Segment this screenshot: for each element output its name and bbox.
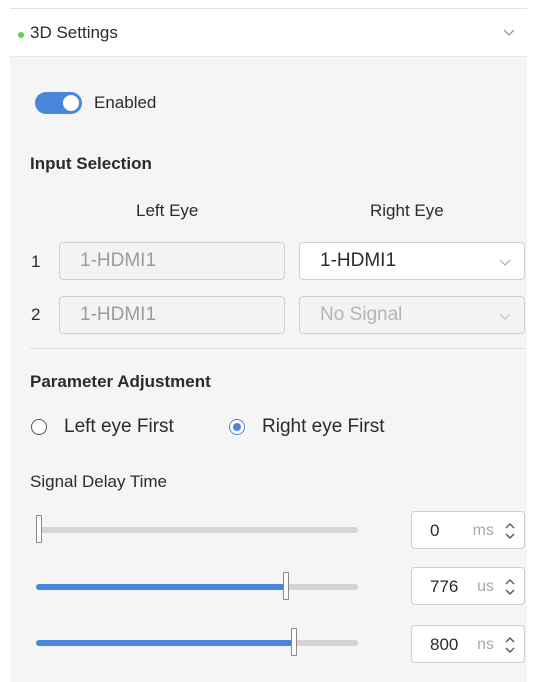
section-header[interactable]: 3D Settings: [10, 9, 527, 57]
input-selection-heading: Input Selection: [30, 154, 152, 173]
toggle-knob: [63, 95, 79, 111]
right-eye-first-radio[interactable]: [229, 419, 245, 435]
chevron-down-icon[interactable]: [501, 24, 517, 40]
chevron-down-icon: [499, 313, 511, 320]
delay-slider-us[interactable]: [36, 572, 358, 600]
delay-slider-ns[interactable]: [36, 628, 358, 656]
delay-input-ms[interactable]: 0 ms: [411, 511, 525, 549]
left-eye-input-2: 1-HDMI1: [59, 296, 285, 334]
delay-input-ns[interactable]: 800 ns: [411, 625, 525, 663]
right-eye-value-2: No Signal: [320, 304, 403, 325]
slider-fill: [36, 584, 286, 590]
stepper-arrows-icon[interactable]: [504, 577, 516, 597]
enabled-label: Enabled: [94, 93, 157, 112]
left-eye-input-1: 1-HDMI1: [59, 242, 285, 280]
left-eye-value-2: 1-HDMI1: [80, 304, 157, 325]
right-eye-header: Right Eye: [370, 201, 444, 220]
right-eye-value-1: 1-HDMI1: [320, 250, 397, 271]
row-index: 2: [31, 305, 41, 324]
row-index: 1: [31, 252, 41, 271]
slider-handle[interactable]: [291, 628, 297, 656]
delay-unit: us: [477, 578, 494, 595]
delay-unit: ms: [472, 522, 494, 539]
right-eye-first-label[interactable]: Right eye First: [262, 416, 384, 438]
delay-slider-ms[interactable]: [36, 515, 358, 543]
left-eye-first-label[interactable]: Left eye First: [64, 416, 174, 438]
stepper-arrows-icon[interactable]: [504, 635, 516, 655]
right-eye-select-1[interactable]: 1-HDMI1: [299, 242, 525, 280]
left-eye-value-1: 1-HDMI1: [80, 250, 157, 271]
delay-unit: ns: [477, 636, 494, 653]
delay-value[interactable]: 800: [430, 635, 458, 655]
delay-value[interactable]: 776: [430, 577, 458, 597]
section-title: 3D Settings: [30, 23, 118, 42]
delay-input-us[interactable]: 776 us: [411, 567, 525, 605]
slider-handle[interactable]: [36, 515, 42, 543]
status-dot-icon: [18, 32, 24, 38]
enabled-toggle[interactable]: [35, 92, 82, 114]
chevron-down-icon: [499, 259, 511, 266]
right-eye-select-2[interactable]: No Signal: [299, 296, 525, 334]
left-eye-first-radio[interactable]: [31, 419, 47, 435]
parameter-heading: Parameter Adjustment: [30, 372, 211, 391]
section-divider: [30, 348, 525, 349]
slider-handle[interactable]: [283, 572, 289, 600]
delay-value[interactable]: 0: [430, 521, 439, 541]
stepper-arrows-icon[interactable]: [504, 521, 516, 541]
slider-fill: [36, 640, 294, 646]
left-eye-header: Left Eye: [136, 201, 199, 220]
signal-delay-label: Signal Delay Time: [30, 472, 168, 491]
